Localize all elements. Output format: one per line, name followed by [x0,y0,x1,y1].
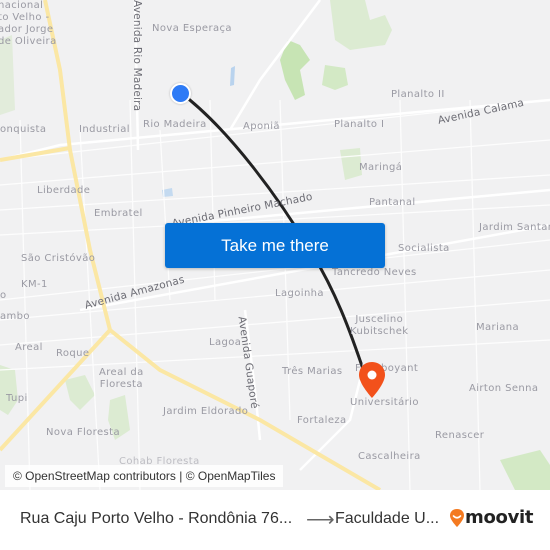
map-label-renascer: Renascer [435,430,485,441]
map-label-areal: Areal [15,342,43,353]
map-attribution[interactable]: © OpenStreetMap contributors | © OpenMap… [5,465,284,487]
map-label-tancredo-neves: Tancredo Neves [332,267,417,278]
map-label-maringa: Maringá [359,162,403,173]
map-view[interactable]: nacional to Velho - ador Jorge de Olivei… [0,0,550,490]
destination-name: Faculdade U... [335,510,440,527]
map-label-airton-senna: Airton Senna [469,383,539,394]
map-label-industrial: Industrial [79,124,130,135]
park-area [65,375,95,410]
map-label-airport: nacional to Velho - ador Jorge de Olivei… [0,0,57,47]
map-label-tupi: Tupi [6,393,28,404]
map-label-roque: Roque [56,348,90,359]
map-label-fortaleza: Fortaleza [297,415,347,426]
map-label-embratel: Embratel [94,208,143,219]
park-area [322,65,348,90]
map-label-pantanal: Pantanal [369,197,416,208]
park-area [330,0,392,50]
map-label-cascalheira: Cascalheira [358,451,421,462]
origin-name: Rua Caju Porto Velho - Rondônia 76... [20,510,293,527]
route-footer: Rua Caju Porto Velho - Rondônia 76... ⟶ … [0,490,550,550]
map-label-planalto-ii: Planalto II [391,89,445,100]
map-label-juscelino-kubitschek: Juscelino Kubitschek [350,314,409,337]
map-label-edge: o [0,290,7,301]
moovit-logo[interactable]: moovit [449,507,534,528]
moovit-wordmark: moovit [465,507,534,528]
map-label-km1: KM-1 [21,279,48,290]
map-label-jardim-santana: Jardim Santan [479,222,550,233]
map-label-mariana: Mariana [476,322,520,333]
moovit-pin-icon [450,508,464,527]
arrow-right-icon: ⟶ [306,509,335,531]
map-label-lagoa: Lagoa [209,337,242,348]
map-label-jardim-eldorado: Jardim Eldorado [163,406,249,417]
map-label-nova-esperanca: Nova Esperaça [152,23,232,34]
map-label-lagoinha: Lagoinha [275,288,324,299]
take-me-there-button[interactable]: Take me there [165,223,385,268]
street-label-avenida-rio-madeira: Avenida Rio Madeira [131,0,143,112]
water-body [230,66,235,86]
origin-marker[interactable] [170,83,191,104]
map-label-cambo: ambo [0,311,30,322]
map-label-socialista: Socialista [398,243,450,254]
map-label-liberdade: Liberdade [37,185,91,196]
map-label-nova-floresta: Nova Floresta [46,427,120,438]
map-label-conquista: onquista [0,124,47,135]
park-area [0,365,18,415]
map-label-rio-madeira: Rio Madeira [143,119,207,130]
map-label-sao-cristovao: São Cristóvão [21,253,96,264]
map-label-planalto-i: Planalto I [334,119,385,130]
map-label-tres-marias: Três Marias [282,366,343,377]
destination-pin-icon[interactable] [357,360,387,400]
map-label-areal-da-floresta: Areal da Floresta [99,367,144,390]
map-label-aponia: Aponiã [243,121,280,132]
park-area [500,450,550,490]
